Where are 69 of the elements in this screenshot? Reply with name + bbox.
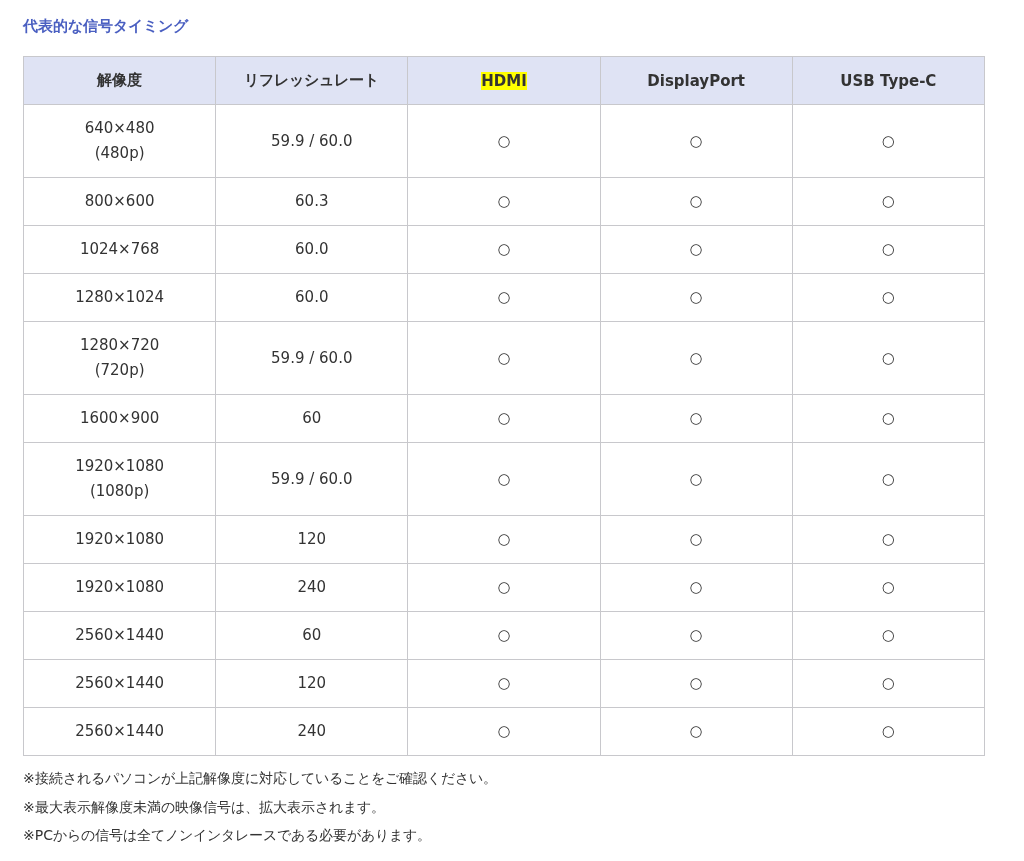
table-cell: ○ bbox=[600, 707, 793, 756]
table-cell: 640×480 (480p) bbox=[23, 104, 216, 178]
table-cell: 2560×1440 bbox=[23, 611, 216, 660]
table-cell: ○ bbox=[407, 442, 601, 516]
table-cell: ○ bbox=[792, 515, 985, 564]
table-cell: ○ bbox=[792, 177, 985, 226]
table-cell: 60 bbox=[215, 394, 408, 443]
table-cell: ○ bbox=[407, 659, 601, 708]
table-cell: ○ bbox=[792, 611, 985, 660]
table-cell: 120 bbox=[215, 659, 408, 708]
table-cell: ○ bbox=[600, 104, 793, 178]
table-cell: 1920×1080 bbox=[23, 563, 216, 612]
table-cell: 240 bbox=[215, 707, 408, 756]
table-cell: ○ bbox=[792, 659, 985, 708]
table-cell: 240 bbox=[215, 563, 408, 612]
column-header: USB Type-C bbox=[792, 56, 985, 105]
table-cell: 60.0 bbox=[215, 273, 408, 322]
table-cell: ○ bbox=[600, 177, 793, 226]
table-cell: ○ bbox=[600, 442, 793, 516]
column-header: DisplayPort bbox=[600, 56, 793, 105]
table-cell: ○ bbox=[600, 394, 793, 443]
table-cell: ○ bbox=[407, 104, 601, 178]
table-cell: 2560×1440 bbox=[23, 659, 216, 708]
table-cell: ○ bbox=[407, 321, 601, 395]
table-cell: 59.9 / 60.0 bbox=[215, 442, 408, 516]
table-cell: 1920×1080 (1080p) bbox=[23, 442, 216, 516]
section-title: 代表的な信号タイミング bbox=[23, 16, 190, 37]
note-text: ※最大表示解像度未満の映像信号は、拡大表示されます。 bbox=[23, 797, 386, 817]
table-cell: 800×600 bbox=[23, 177, 216, 226]
table-cell: ○ bbox=[792, 394, 985, 443]
table-cell: ○ bbox=[407, 177, 601, 226]
table-cell: ○ bbox=[407, 394, 601, 443]
table-cell: ○ bbox=[600, 273, 793, 322]
table-cell: 1024×768 bbox=[23, 225, 216, 274]
table-cell: 1600×900 bbox=[23, 394, 216, 443]
table-cell: 1280×720 (720p) bbox=[23, 321, 216, 395]
table-cell: ○ bbox=[600, 321, 793, 395]
table-cell: ○ bbox=[792, 707, 985, 756]
table-cell: ○ bbox=[792, 321, 985, 395]
table-cell: 60.0 bbox=[215, 225, 408, 274]
column-header: HDMI bbox=[407, 56, 601, 105]
column-header: 解像度 bbox=[23, 56, 216, 105]
table-cell: ○ bbox=[407, 225, 601, 274]
table-cell: 59.9 / 60.0 bbox=[215, 321, 408, 395]
table-cell: ○ bbox=[600, 563, 793, 612]
table-cell: ○ bbox=[792, 225, 985, 274]
table-cell: 60.3 bbox=[215, 177, 408, 226]
column-header: リフレッシュレート bbox=[215, 56, 408, 105]
note-text: ※PCからの信号は全てノンインタレースである必要があります。 bbox=[23, 826, 432, 845]
table-cell: 2560×1440 bbox=[23, 707, 216, 756]
table-cell: ○ bbox=[600, 225, 793, 274]
table-cell: ○ bbox=[407, 707, 601, 756]
table-cell: 60 bbox=[215, 611, 408, 660]
table-cell: 1920×1080 bbox=[23, 515, 216, 564]
table-cell: ○ bbox=[407, 611, 601, 660]
table-cell: ○ bbox=[407, 273, 601, 322]
note-text: ※接続されるパソコンが上記解像度に対応していることをご確認ください。 bbox=[23, 769, 498, 788]
table-cell: 59.9 / 60.0 bbox=[215, 104, 408, 178]
table-cell: ○ bbox=[600, 611, 793, 660]
table-cell: ○ bbox=[600, 659, 793, 708]
table-cell: ○ bbox=[407, 563, 601, 612]
table-cell: ○ bbox=[792, 563, 985, 612]
table-cell: ○ bbox=[792, 273, 985, 322]
table-cell: ○ bbox=[792, 104, 985, 178]
table-cell: 120 bbox=[215, 515, 408, 564]
table-cell: ○ bbox=[792, 442, 985, 516]
table-cell: ○ bbox=[407, 515, 601, 564]
table-cell: ○ bbox=[600, 515, 793, 564]
table-cell: 1280×1024 bbox=[23, 273, 216, 322]
